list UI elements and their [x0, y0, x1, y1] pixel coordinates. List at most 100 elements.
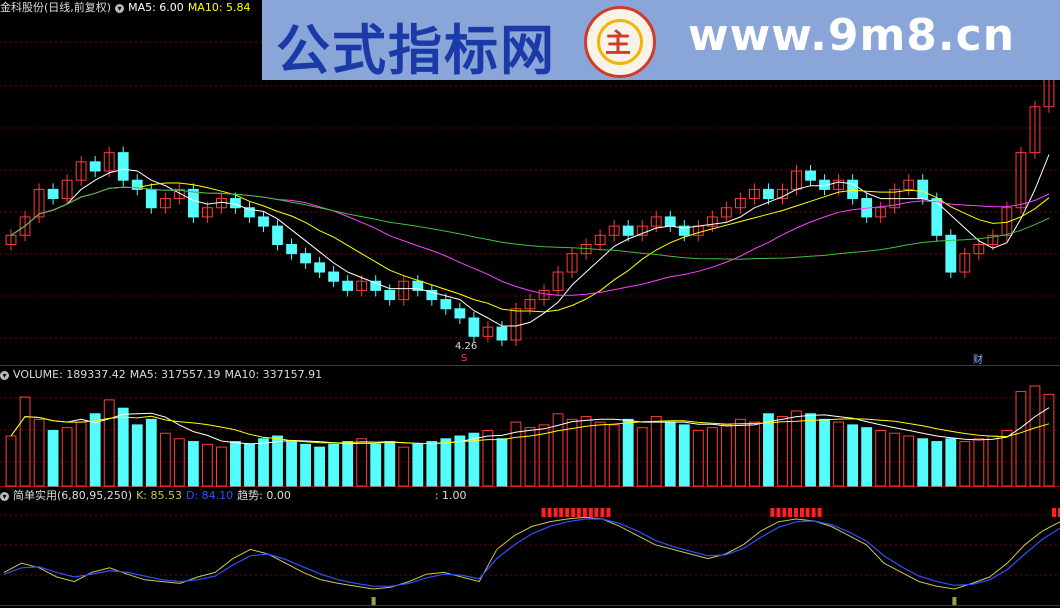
- candle-body: [328, 271, 340, 282]
- bottom-marker: [371, 597, 376, 605]
- ma10-label: MA10: 5.84: [187, 1, 251, 14]
- candle-body: [89, 161, 101, 172]
- volume-bar: [412, 443, 424, 487]
- candle-body: [622, 225, 634, 236]
- volume-ma5-line: [10, 407, 1050, 445]
- signal-block: [547, 508, 552, 517]
- volume-bar: [692, 429, 704, 487]
- bottom-marker: [952, 597, 957, 605]
- indicator-name[interactable]: 简单实用(6,80,95,250): [13, 489, 132, 502]
- volume-bar: [5, 435, 17, 487]
- volume-bar: [706, 427, 718, 487]
- banner-url: www.9m8.cn: [688, 10, 1016, 61]
- signal-block: [588, 508, 593, 517]
- volume-bar: [75, 421, 87, 487]
- volume-bar: [931, 441, 943, 487]
- signal-block: [782, 508, 787, 517]
- volume-bar: [328, 443, 340, 487]
- logo-glyph: 主: [605, 29, 632, 59]
- volume-bar: [819, 418, 830, 487]
- candle-body: [454, 308, 466, 319]
- candle-body: [917, 179, 929, 200]
- stock-name[interactable]: 金科股份(日线,前复权): [0, 1, 111, 14]
- volume-bar: [791, 410, 802, 487]
- ma20-line: [10, 186, 1050, 296]
- volume-bar: [720, 424, 732, 487]
- candle-body: [300, 253, 311, 264]
- volume-bar: [664, 421, 676, 487]
- signal-block: [571, 508, 576, 517]
- volume-bar: [159, 432, 171, 487]
- volume-bar: [749, 421, 760, 487]
- signal-block: [788, 508, 792, 517]
- volume-bar: [889, 432, 901, 487]
- chevron-down-icon[interactable]: ▾: [0, 491, 9, 501]
- candle-body: [931, 198, 943, 236]
- chevron-down-icon[interactable]: ▾: [115, 3, 125, 13]
- volume-bar: [384, 441, 396, 487]
- candle-body: [47, 188, 59, 200]
- volume-bar: [300, 443, 311, 487]
- signal-block: [770, 508, 775, 517]
- candle-body: [286, 243, 297, 255]
- volume-bar: [805, 413, 816, 487]
- volume-bar: [131, 424, 143, 487]
- signal-s-marker[interactable]: S: [461, 353, 467, 364]
- volume-bar: [230, 441, 241, 487]
- volume-bar: [650, 416, 662, 487]
- candle-body: [117, 152, 129, 181]
- candle-body: [272, 225, 283, 245]
- trend-label: 趋势: 0.00: [237, 489, 291, 502]
- volume-bar: [945, 438, 957, 487]
- volume-bar: [61, 427, 73, 487]
- signal-block: [794, 508, 798, 517]
- volume-bar: [342, 441, 354, 487]
- candle-body: [314, 262, 326, 273]
- volume-bar: [89, 413, 101, 487]
- volume-bar: [47, 429, 59, 487]
- d-line: [3, 518, 1060, 587]
- signal-block: [1052, 508, 1056, 517]
- volume-bar: [636, 427, 648, 487]
- candle-body: [342, 280, 354, 291]
- volume-bar: [987, 435, 999, 487]
- volume-bar: [314, 446, 326, 487]
- signal-block: [576, 508, 581, 517]
- candle-body: [496, 326, 508, 341]
- signal-block: [565, 508, 570, 517]
- volume-bar: [117, 407, 129, 487]
- volume-bar: [608, 424, 620, 487]
- d-label: D: 84.10: [185, 489, 234, 502]
- volume-bar: [272, 435, 283, 487]
- low-price-label: 4.26: [455, 341, 478, 352]
- volume-bar: [426, 441, 438, 487]
- signal-block: [594, 508, 599, 517]
- volume-bar: [103, 399, 115, 487]
- candle-body: [763, 188, 774, 200]
- finance-marker[interactable]: 财: [973, 351, 983, 366]
- candle-body: [258, 216, 269, 227]
- volume-bar: [833, 421, 844, 487]
- chevron-down-icon[interactable]: ▾: [0, 370, 9, 380]
- candle-body: [145, 188, 157, 209]
- volume-bar: [734, 418, 746, 487]
- volume-bar: [482, 429, 494, 487]
- signal-block: [559, 508, 564, 517]
- volume-bar: [258, 438, 269, 487]
- volume-bar: [903, 435, 915, 487]
- volume-bar: [370, 443, 382, 487]
- stock-chart[interactable]: [0, 0, 1060, 608]
- signal-block: [817, 508, 822, 517]
- candle-body: [187, 188, 199, 218]
- candle-body: [468, 317, 480, 337]
- volume-bar: [917, 438, 929, 487]
- volume-bar: [496, 438, 508, 487]
- signal-block: [600, 508, 605, 517]
- volume-bar: [875, 429, 887, 487]
- volume-bar: [19, 396, 31, 487]
- volume-bar: [454, 435, 466, 487]
- candle-body: [440, 299, 452, 310]
- volume-bar: [216, 446, 227, 487]
- volume-bar: [594, 421, 606, 487]
- signal-block: [776, 508, 781, 517]
